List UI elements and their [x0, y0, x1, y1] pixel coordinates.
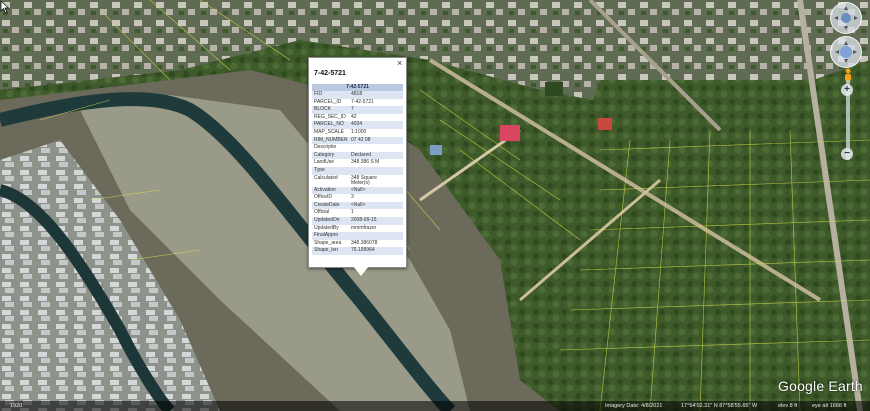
table-row: LandUse 348.386 S M: [312, 159, 403, 167]
field-name: Activation: [314, 186, 336, 193]
field-name: RIM_NUMBER: [314, 136, 348, 143]
move-joystick-icon[interactable]: [830, 36, 862, 68]
field-name: Shape_area: [314, 239, 342, 246]
field-value: <Null>: [351, 186, 366, 193]
table-row: UpdatedBy mmmfrazer: [312, 224, 403, 233]
imagery-date: Imagery Date: 4/8/2021: [605, 403, 663, 409]
field-name: Calculated: [314, 174, 338, 181]
table-row: Shape_len 76.199964: [312, 247, 403, 255]
field-value: 07 42 08: [351, 136, 371, 143]
field-name: MAP_SCALE: [314, 128, 345, 135]
eye-altitude: eye alt 1666 ft: [812, 403, 847, 409]
field-name: Descriptio: [314, 144, 337, 151]
field-name: BLOCK: [314, 106, 331, 113]
field-name: PARCEL_ID: [314, 98, 342, 105]
table-row: OfficeID 3: [312, 194, 403, 202]
field-value: 42: [351, 113, 357, 120]
field-name: CreateDate: [314, 201, 340, 208]
table-row: Shape_area 348.386078: [312, 239, 403, 248]
table-row: RIM_NUMBER 07 42 08: [312, 136, 403, 145]
table-row: UpdatedOn 2008-09-15: [312, 216, 403, 225]
mouse-cursor-icon: [0, 0, 10, 14]
close-icon[interactable]: ×: [397, 58, 402, 68]
field-value: 7: [351, 106, 354, 113]
field-value: 2008-09-15: [351, 216, 377, 223]
table-row: Category Declared: [312, 151, 403, 160]
table-row: FID 4818: [312, 91, 403, 99]
field-name: Category: [314, 151, 335, 158]
status-bar: 1920 Imagery Date: 4/8/2021 17°54'02.31"…: [0, 401, 870, 411]
field-name: PARCEL_NO: [314, 121, 344, 128]
table-row: REG_SEC_ID 42: [312, 113, 403, 122]
field-name: Shape_len: [314, 247, 338, 254]
field-value: Declared: [351, 151, 372, 158]
field-value: 4034: [351, 121, 363, 128]
look-joystick-icon[interactable]: [830, 2, 862, 34]
field-name: UpdatedBy: [314, 224, 339, 231]
table-row: FinalAppro: [312, 232, 403, 240]
satellite-map[interactable]: [0, 0, 870, 411]
field-value: 1: [351, 209, 354, 216]
field-name: UpdatedOn: [314, 216, 340, 223]
field-value: 348.386078: [351, 239, 378, 246]
scale-legend: 1920: [10, 403, 23, 409]
google-earth-logo: Google Earth: [778, 378, 863, 394]
field-value: 76.199964: [351, 247, 375, 254]
field-name: Type: [314, 166, 325, 173]
attribute-table: 7-42-5721 FID 4818 PARCEL_ID 7-42-5721 BLOCK…: [312, 84, 403, 255]
table-row: Activation <Null>: [312, 186, 403, 195]
table-row: PARCEL_NO 4034: [312, 121, 403, 129]
field-value: 348 Square Meter(s): [351, 174, 377, 187]
elevation: elev 8 ft: [778, 403, 798, 409]
zoom-in-button[interactable]: +: [841, 84, 853, 96]
field-value: [351, 144, 403, 152]
field-name: Official: [314, 209, 330, 216]
field-value: 3: [351, 194, 354, 201]
field-name: REG_SEC_ID: [314, 113, 346, 120]
field-value: 348.386 S M: [351, 159, 380, 166]
table-row: Descriptio: [312, 144, 403, 152]
satellite-imagery: [0, 0, 870, 411]
table-row: Official 1: [312, 209, 403, 217]
table-row: Calculated 348 Square Meter(s): [312, 174, 403, 187]
field-name: FinalAppro: [314, 232, 339, 239]
field-value: [351, 167, 403, 175]
table-row: Type: [312, 166, 403, 175]
field-value: 7-42-5721: [351, 98, 374, 105]
field-value: <Null>: [351, 201, 366, 208]
field-name: FID: [314, 91, 323, 97]
parcel-info-popup: 7-42-5721 × 7-42-5721 FID 4818 PARCEL_ID 7-…: [308, 57, 407, 268]
table-header: 7-42-5721: [312, 84, 403, 91]
coordinates: 17°54'02.31" N 87°58'55.65" W: [681, 403, 758, 409]
table-row: PARCEL_ID 7-42-5721: [312, 98, 403, 107]
field-value: mmmfrazer: [351, 224, 377, 231]
table-row: MAP_SCALE 1:1000: [312, 128, 403, 137]
zoom-out-button[interactable]: −: [841, 148, 853, 160]
field-value: 4818: [351, 91, 363, 97]
field-value: 1:1000: [351, 128, 367, 135]
table-row: BLOCK 7: [312, 106, 403, 114]
popup-pointer: [353, 266, 369, 276]
popup-title: 7-42-5721: [314, 70, 346, 77]
field-name: OfficeID: [314, 194, 332, 201]
field-name: LandUse: [314, 159, 335, 166]
field-value: [351, 232, 403, 240]
table-row: CreateDate <Null>: [312, 201, 403, 210]
